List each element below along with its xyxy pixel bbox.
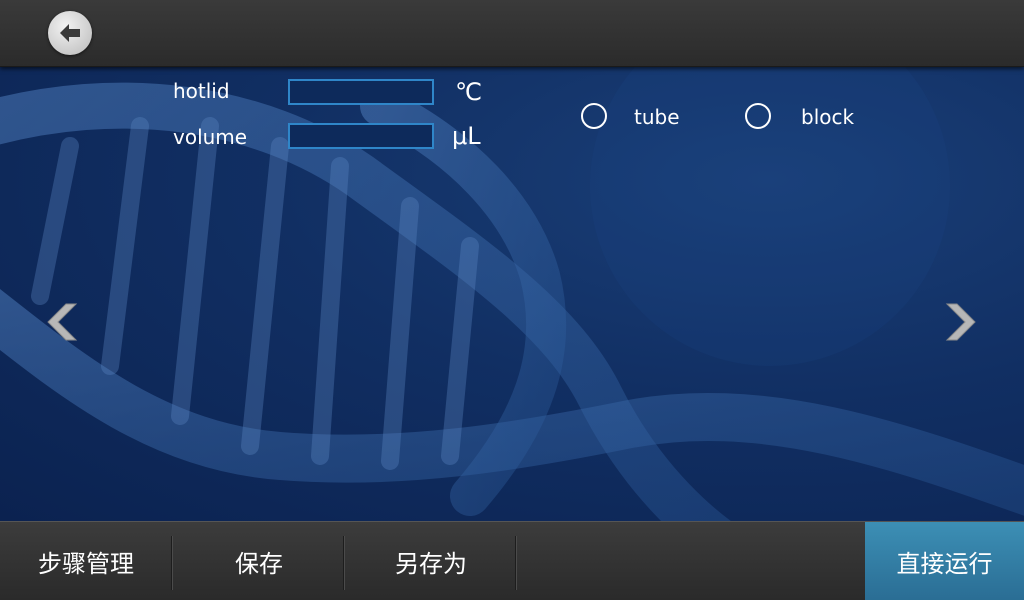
volume-unit: μL: [452, 122, 481, 150]
chevron-left-icon[interactable]: [46, 302, 82, 342]
save-as-button[interactable]: 另存为: [345, 522, 517, 600]
dna-background-image: [0, 66, 1024, 521]
save-button[interactable]: 保存: [173, 522, 345, 600]
run-directly-button[interactable]: 直接运行: [865, 522, 1024, 600]
block-radio-label[interactable]: block: [801, 105, 854, 129]
app-screen: hotlid ℃ volume μL tube block 步骤管理 保存 另存…: [0, 0, 1024, 600]
chevron-right-icon[interactable]: [941, 302, 977, 342]
hotlid-input[interactable]: [288, 79, 434, 105]
toolbar-divider: [515, 536, 517, 590]
step-management-button[interactable]: 步骤管理: [0, 522, 172, 600]
back-arrow-icon: [60, 24, 80, 42]
tube-radio[interactable]: [581, 103, 607, 129]
back-button[interactable]: [48, 11, 92, 55]
tube-radio-label[interactable]: tube: [634, 105, 680, 129]
volume-input[interactable]: [288, 123, 434, 149]
top-bar: [0, 0, 1024, 67]
main-panel: hotlid ℃ volume μL tube block: [0, 66, 1024, 521]
volume-label: volume: [173, 125, 248, 149]
hotlid-label: hotlid: [173, 79, 230, 103]
hotlid-unit: ℃: [455, 78, 482, 106]
bottom-toolbar: 步骤管理 保存 另存为 直接运行: [0, 521, 1024, 600]
block-radio[interactable]: [745, 103, 771, 129]
